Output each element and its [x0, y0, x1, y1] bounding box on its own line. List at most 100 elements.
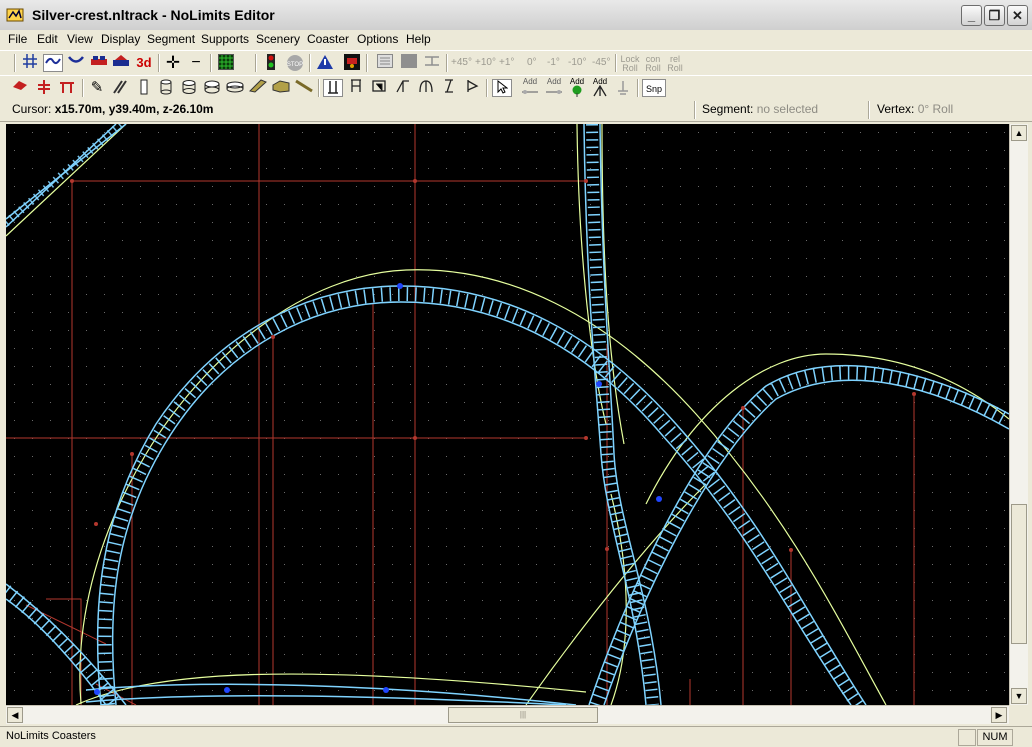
toolbar-main: 3d ✛ − STOP +45° +10° +1° 0° -1° -10° -4… — [0, 50, 1032, 76]
beam-icon[interactable] — [294, 79, 314, 97]
vertex-status: Vertex: 0° Roll — [877, 101, 953, 118]
list-icon[interactable] — [375, 54, 395, 72]
scroll-left-button[interactable]: ◀ — [7, 707, 23, 723]
con-roll-button[interactable]: con Roll — [643, 55, 663, 73]
scroll-right-button[interactable]: ▶ — [991, 707, 1007, 723]
menu-supports[interactable]: Supports — [201, 32, 249, 46]
track-node[interactable] — [94, 689, 100, 695]
tank-icon[interactable] — [202, 79, 222, 97]
support-arch-icon[interactable] — [416, 79, 436, 97]
stop-sign-icon[interactable]: STOP — [285, 54, 305, 72]
scroll-up-button[interactable]: ▲ — [1011, 125, 1027, 141]
add-node-icon[interactable]: ✛ — [163, 54, 183, 72]
toolbar-tools: ✎ Add Add Add Add Snp — [0, 75, 1032, 101]
horizontal-scrollbar[interactable]: ◀ ||| ▶ — [6, 705, 1009, 724]
add-footer-icon[interactable] — [613, 79, 633, 97]
grid-dots — [6, 124, 1009, 705]
cursor-label: Cursor: — [12, 102, 52, 116]
camera-icon[interactable] — [342, 54, 362, 72]
status-bar: NoLimits Coasters NUM — [0, 726, 1032, 747]
add-support-icon[interactable] — [590, 84, 610, 97]
support-flag-icon[interactable] — [462, 79, 482, 97]
svg-text:STOP: STOP — [287, 62, 303, 68]
app-status-text: NoLimits Coasters — [6, 730, 96, 742]
close-button[interactable]: ✕ — [1007, 5, 1028, 26]
snap-toggle-button[interactable]: Snp — [642, 79, 666, 97]
roll-minus1-button[interactable]: -1° — [547, 58, 560, 68]
add-connector-icon[interactable] — [520, 85, 540, 97]
support-frame-icon[interactable] — [369, 79, 389, 97]
window-title: Silver-crest.nltrack - NoLimits Editor — [32, 7, 275, 23]
roll-minus10-button[interactable]: -10° — [568, 58, 586, 68]
horizontal-scroll-thumb[interactable]: ||| — [448, 707, 598, 723]
status-panel-empty — [958, 729, 976, 746]
track-node[interactable] — [224, 687, 230, 693]
menu-bar: File Edit View Display Segment Supports … — [0, 30, 1032, 49]
barrel-icon[interactable] — [179, 79, 199, 97]
roll-plus10-button[interactable]: +10° — [475, 58, 496, 68]
menu-edit[interactable]: Edit — [37, 32, 58, 46]
support-angled-icon[interactable] — [393, 79, 413, 97]
editor-viewport[interactable] — [6, 124, 1009, 705]
support-pillar-icon[interactable] — [323, 79, 343, 97]
track-curve-icon[interactable] — [66, 54, 86, 72]
segment-status: Segment: no selected — [702, 101, 818, 118]
track-tool-icon[interactable] — [43, 54, 63, 72]
grid-icon[interactable] — [20, 54, 40, 72]
support-slant-icon[interactable] — [439, 79, 459, 97]
rel-roll-button[interactable]: rel Roll — [665, 55, 685, 73]
num-lock-indicator: NUM — [977, 729, 1013, 746]
post-icon[interactable] — [134, 79, 154, 97]
cut-track-icon[interactable] — [34, 79, 54, 97]
support-tower-icon[interactable] — [346, 79, 366, 97]
menu-file[interactable]: File — [8, 32, 27, 46]
roll-minus45-button[interactable]: -45° — [592, 58, 610, 68]
train-icon[interactable] — [89, 54, 109, 72]
pencil-icon[interactable]: ✎ — [87, 79, 107, 97]
status-row: Cursor: x15.70m, y39.40m, z-26.10m Segme… — [0, 99, 1032, 122]
add-tree-icon[interactable] — [567, 85, 587, 97]
track-node[interactable] — [397, 283, 403, 289]
warning-icon[interactable] — [315, 54, 335, 72]
vertical-scroll-thumb[interactable] — [1011, 504, 1027, 644]
cylinder-icon[interactable] — [156, 79, 176, 97]
add-link-icon[interactable] — [544, 85, 564, 97]
menu-view[interactable]: View — [67, 32, 93, 46]
split-track-icon[interactable] — [57, 79, 77, 97]
select-cursor-icon[interactable] — [492, 79, 512, 97]
menu-coaster[interactable]: Coaster — [307, 32, 349, 46]
green-grid-icon[interactable] — [216, 54, 236, 72]
3d-view-icon[interactable]: 3d — [134, 54, 154, 72]
disc-icon[interactable] — [225, 79, 245, 97]
menu-display[interactable]: Display — [101, 32, 140, 46]
track-node[interactable] — [596, 381, 602, 387]
restore-button[interactable]: ❐ — [984, 5, 1005, 26]
cursor-status: Cursor: x15.70m, y39.40m, z-26.10m — [6, 101, 692, 118]
menu-segment[interactable]: Segment — [147, 32, 195, 46]
roll-plus45-button[interactable]: +45° — [451, 58, 472, 68]
track-canvas[interactable] — [6, 124, 1009, 705]
vertical-scrollbar[interactable]: ▲ ▼ — [1009, 124, 1028, 705]
remove-node-icon[interactable]: − — [186, 54, 206, 72]
roll-plus1-button[interactable]: +1° — [499, 58, 514, 68]
plank-icon[interactable] — [248, 79, 268, 97]
scroll-down-button[interactable]: ▼ — [1011, 688, 1027, 704]
box-icon[interactable] — [271, 79, 291, 97]
menu-options[interactable]: Options — [357, 32, 398, 46]
menu-help[interactable]: Help — [406, 32, 431, 46]
track-node[interactable] — [656, 496, 662, 502]
lock-roll-button[interactable]: Lock Roll — [620, 55, 640, 73]
station-icon[interactable] — [111, 54, 131, 72]
minimize-button[interactable]: _ — [961, 5, 982, 26]
roll-zero-button[interactable]: 0° — [527, 58, 537, 68]
traffic-light-icon[interactable] — [261, 54, 281, 72]
scroll-corner — [1009, 705, 1027, 723]
segment-value: no selected — [756, 102, 819, 116]
double-pencil-icon[interactable] — [110, 79, 130, 97]
block-icon[interactable] — [399, 54, 419, 72]
eraser-icon[interactable] — [10, 79, 30, 97]
title-bar: Silver-crest.nltrack - NoLimits Editor _… — [0, 0, 1032, 31]
menu-scenery[interactable]: Scenery — [256, 32, 300, 46]
track-node[interactable] — [383, 687, 389, 693]
align-icon[interactable] — [422, 54, 442, 72]
